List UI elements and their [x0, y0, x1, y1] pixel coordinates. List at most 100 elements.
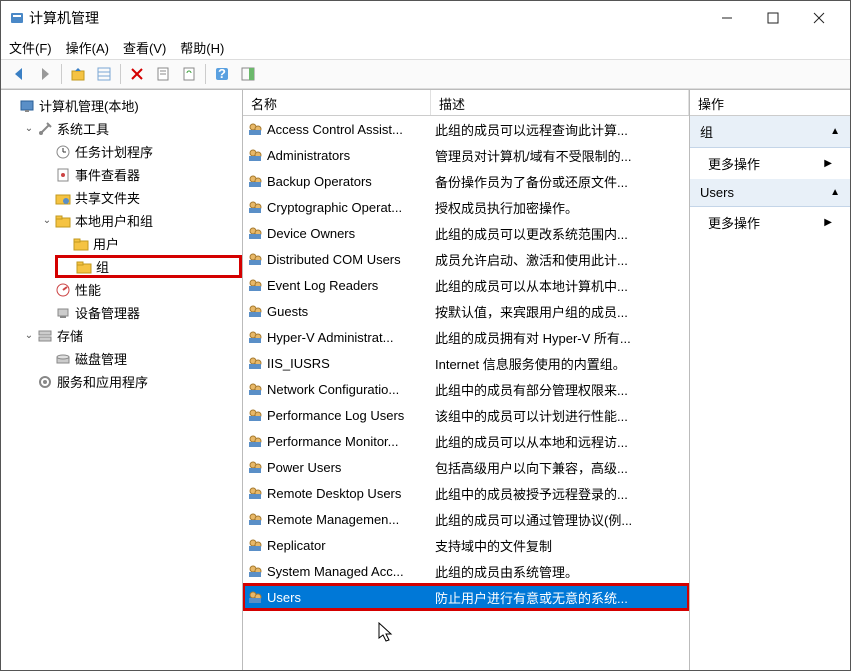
group-icon: [245, 251, 265, 267]
back-button[interactable]: [7, 62, 31, 86]
tree-label: 共享文件夹: [73, 188, 140, 207]
column-name[interactable]: 名称: [243, 90, 431, 115]
row-desc: 此组的成员可以通过管理协议(例...: [429, 510, 689, 529]
list-row[interactable]: Cryptographic Operat...授权成员执行加密操作。: [243, 194, 689, 220]
tree-item[interactable]: 用户: [55, 232, 242, 255]
close-button[interactable]: [796, 3, 842, 33]
list-row[interactable]: Remote Managemen...此组的成员可以通过管理协议(例...: [243, 506, 689, 532]
group-icon: [245, 199, 265, 215]
separator: [61, 64, 62, 84]
tree-icon: [37, 374, 53, 390]
refresh-button[interactable]: [177, 62, 201, 86]
tree-item[interactable]: 组: [55, 255, 242, 278]
forward-button[interactable]: [33, 62, 57, 86]
window-title: 计算机管理: [25, 8, 704, 28]
group-icon: [245, 225, 265, 241]
row-name: Backup Operators: [265, 174, 429, 189]
tree-icon: [37, 328, 53, 344]
row-name: Distributed COM Users: [265, 252, 429, 267]
row-name: Power Users: [265, 460, 429, 475]
row-desc: 该组中的成员可以计划进行性能...: [429, 406, 689, 425]
action-pane-button[interactable]: [236, 62, 260, 86]
row-desc: 管理员对计算机/域有不受限制的...: [429, 146, 689, 165]
list-row[interactable]: Administrators管理员对计算机/域有不受限制的...: [243, 142, 689, 168]
list-row[interactable]: Replicator支持域中的文件复制: [243, 532, 689, 558]
collapse-icon: ▲: [830, 126, 840, 137]
actions-pane: 操作 组▲更多操作▶Users▲更多操作▶: [690, 90, 850, 670]
list-row[interactable]: Power Users包括高级用户以向下兼容，高级...: [243, 454, 689, 480]
tree-label: 计算机管理(本地): [37, 96, 139, 115]
list-row[interactable]: Event Log Readers此组的成员可以从本地计算机中...: [243, 272, 689, 298]
group-icon: [245, 329, 265, 345]
menu-bar: 文件(F) 操作(A) 查看(V) 帮助(H): [1, 35, 850, 59]
action-item[interactable]: 更多操作▶: [690, 207, 850, 238]
column-desc[interactable]: 描述: [431, 90, 689, 115]
list-row[interactable]: Distributed COM Users成员允许启动、激活和使用此计...: [243, 246, 689, 272]
tree-root[interactable]: 计算机管理(本地): [1, 94, 242, 117]
list-row[interactable]: IIS_IUSRSInternet 信息服务使用的内置组。: [243, 350, 689, 376]
list-row[interactable]: Access Control Assist...此组的成员可以远程查询此计算..…: [243, 116, 689, 142]
tree-item[interactable]: ⌄本地用户和组: [37, 209, 242, 232]
group-icon: [245, 485, 265, 501]
chevron-down-icon[interactable]: ⌄: [23, 330, 35, 341]
action-section[interactable]: Users▲: [690, 179, 850, 207]
properties-button[interactable]: [151, 62, 175, 86]
tree-item[interactable]: 性能: [37, 278, 242, 301]
minimize-button[interactable]: [704, 3, 750, 33]
tree-icon: [55, 190, 71, 206]
list-row[interactable]: Network Configuratio...此组中的成员有部分管理权限来...: [243, 376, 689, 402]
menu-file[interactable]: 文件(F): [9, 38, 52, 57]
menu-help[interactable]: 帮助(H): [180, 38, 224, 57]
list-row[interactable]: Performance Log Users该组中的成员可以计划进行性能...: [243, 402, 689, 428]
row-desc: Internet 信息服务使用的内置组。: [429, 354, 689, 373]
up-button[interactable]: [66, 62, 90, 86]
row-desc: 此组的成员由系统管理。: [429, 562, 689, 581]
chevron-right-icon: ▶: [824, 217, 832, 228]
tree-label: 磁盘管理: [73, 349, 127, 368]
list-row[interactable]: Backup Operators备份操作员为了备份或还原文件...: [243, 168, 689, 194]
tree-icon: [37, 121, 53, 137]
tree-icon: [55, 351, 71, 367]
tree-item[interactable]: 设备管理器: [37, 301, 242, 324]
tree-item[interactable]: 任务计划程序: [37, 140, 242, 163]
tree-item[interactable]: ⌄系统工具: [19, 117, 242, 140]
list-row[interactable]: Device Owners此组的成员可以更改系统范围内...: [243, 220, 689, 246]
delete-button[interactable]: [125, 62, 149, 86]
list-row[interactable]: Remote Desktop Users此组中的成员被授予远程登录的...: [243, 480, 689, 506]
action-item[interactable]: 更多操作▶: [690, 148, 850, 179]
maximize-button[interactable]: [750, 3, 796, 33]
row-name: Hyper-V Administrat...: [265, 330, 429, 345]
separator: [120, 64, 121, 84]
chevron-down-icon[interactable]: ⌄: [41, 215, 53, 226]
row-name: Cryptographic Operat...: [265, 200, 429, 215]
list-row[interactable]: Users防止用户进行有意或无意的系统...: [243, 584, 689, 610]
group-icon: [245, 147, 265, 163]
row-desc: 此组的成员可以从本地和远程访...: [429, 432, 689, 451]
row-name: Remote Desktop Users: [265, 486, 429, 501]
help-button[interactable]: ?: [210, 62, 234, 86]
list-button[interactable]: [92, 62, 116, 86]
group-icon: [245, 563, 265, 579]
menu-action[interactable]: 操作(A): [66, 38, 109, 57]
list-row[interactable]: Hyper-V Administrat...此组的成员拥有对 Hyper-V 所…: [243, 324, 689, 350]
menu-view[interactable]: 查看(V): [123, 38, 166, 57]
row-desc: 备份操作员为了备份或还原文件...: [429, 172, 689, 191]
tree-label: 用户: [91, 234, 119, 253]
tree-item[interactable]: 事件查看器: [37, 163, 242, 186]
list-row[interactable]: System Managed Acc...此组的成员由系统管理。: [243, 558, 689, 584]
row-desc: 防止用户进行有意或无意的系统...: [429, 588, 689, 607]
row-name: IIS_IUSRS: [265, 356, 429, 371]
row-name: Performance Log Users: [265, 408, 429, 423]
list-row[interactable]: Guests按默认值，来宾跟用户组的成员...: [243, 298, 689, 324]
tree-item[interactable]: 服务和应用程序: [19, 370, 242, 393]
tree-item[interactable]: ⌄存储: [19, 324, 242, 347]
row-name: Device Owners: [265, 226, 429, 241]
list-row[interactable]: Performance Monitor...此组的成员可以从本地和远程访...: [243, 428, 689, 454]
action-section[interactable]: 组▲: [690, 116, 850, 148]
tree-item[interactable]: 共享文件夹: [37, 186, 242, 209]
group-icon: [245, 407, 265, 423]
chevron-down-icon[interactable]: ⌄: [23, 123, 35, 134]
row-name: Guests: [265, 304, 429, 319]
tree-icon: [55, 144, 71, 160]
tree-item[interactable]: 磁盘管理: [37, 347, 242, 370]
